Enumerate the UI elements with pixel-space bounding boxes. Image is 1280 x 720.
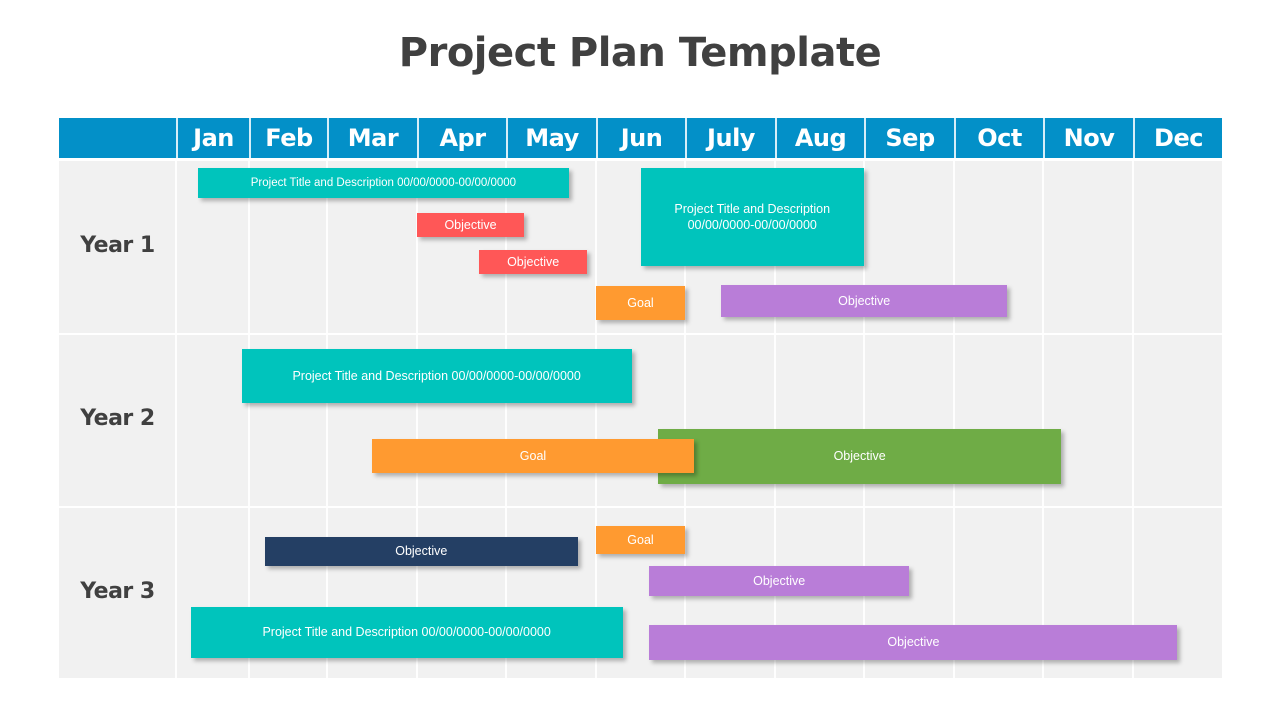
task-bar-label: Objective <box>887 635 940 650</box>
grid-column-divider <box>416 161 418 678</box>
task-bar-project[interactable]: Project Title and Description 00/00/0000… <box>241 349 632 403</box>
task-bar-label: Goal <box>627 295 654 310</box>
task-bar-project[interactable]: Project Title and Description 00/00/0000… <box>190 607 623 658</box>
task-bar-label: Objective <box>753 573 806 588</box>
month-header: Jan Feb Mar Apr May Jun July Aug Sep Oct Nov Dec <box>59 118 1222 158</box>
task-bar-objective[interactable]: Objective <box>264 537 578 566</box>
task-bar-goal[interactable]: Goal <box>596 286 685 320</box>
grid-column-divider <box>953 161 955 678</box>
task-bar-goal[interactable]: Goal <box>372 439 694 473</box>
month-header-mar: Mar <box>327 118 417 158</box>
task-bar-label: Goal <box>519 448 547 463</box>
task-bar-objective[interactable]: Objective <box>721 285 1008 317</box>
task-bar-objective[interactable]: Objective <box>479 250 587 274</box>
month-header-apr: Apr <box>417 118 506 158</box>
task-bar-label: Project Title and Description 00/00/0000… <box>292 368 581 383</box>
task-bar-label: Objective <box>507 254 560 269</box>
month-header-aug: Aug <box>775 118 864 158</box>
year-label: Year 2 <box>80 406 155 431</box>
grid-row-divider <box>59 506 1222 508</box>
grid-row-divider <box>59 333 1222 335</box>
month-header-july: July <box>685 118 775 158</box>
grid-column-divider <box>505 161 507 678</box>
month-header-feb: Feb <box>249 118 327 158</box>
task-bar-objective[interactable]: Objective <box>417 213 524 237</box>
month-header-dec: Dec <box>1133 118 1222 158</box>
grid-column-divider <box>326 161 328 678</box>
timeline-grid: Year 1 Project Title and Description 00/0… <box>59 161 1222 678</box>
task-bar-project[interactable]: Project Title and Description 00/00/0000… <box>197 168 569 198</box>
year-label: Year 1 <box>80 233 155 258</box>
grid-column-divider <box>1132 161 1134 678</box>
grid-column-divider <box>248 161 250 678</box>
task-bar-label: Objective <box>833 449 886 464</box>
grid-column-divider <box>1042 161 1044 678</box>
task-bar-objective[interactable]: Objective <box>649 625 1178 660</box>
month-header-oct: Oct <box>954 118 1043 158</box>
task-bar-label: Project Title and Description 00/00/0000… <box>674 201 831 232</box>
month-header-jan: Jan <box>176 118 249 158</box>
task-bar-label: Goal <box>627 532 654 547</box>
year-label: Year 3 <box>80 579 155 604</box>
month-header-sep: Sep <box>864 118 954 158</box>
page-title: Project Plan Template <box>398 30 882 76</box>
month-header-jun: Jun <box>596 118 685 158</box>
task-bar-label: Objective <box>444 217 497 232</box>
task-bar-objective[interactable]: Objective <box>658 429 1061 484</box>
task-bar-label: Objective <box>395 544 448 559</box>
task-bar-label: Project Title and Description 00/00/0000… <box>250 176 517 189</box>
task-bar-label: Objective <box>838 293 891 308</box>
task-bar-objective[interactable]: Objective <box>649 566 909 596</box>
task-bar-label: Project Title and Description 00/00/0000… <box>262 625 551 640</box>
month-header-may: May <box>506 118 596 158</box>
task-bar-project[interactable]: Project Title and Description 00/00/0000… <box>640 168 864 266</box>
grid-column-divider <box>595 161 597 678</box>
month-header-nov: Nov <box>1043 118 1133 158</box>
task-bar-goal[interactable]: Goal <box>596 526 685 554</box>
